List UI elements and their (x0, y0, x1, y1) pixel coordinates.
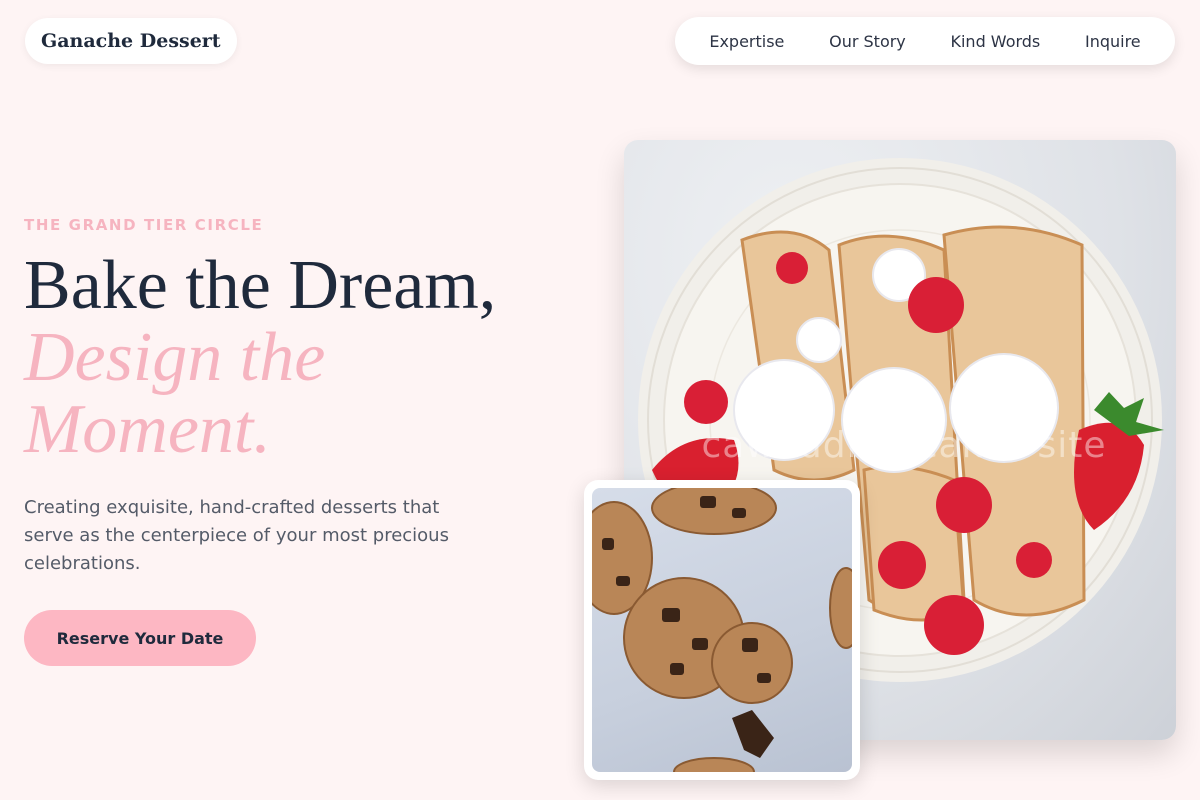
nav-item-inquire[interactable]: Inquire (1085, 32, 1141, 51)
hero-headline: Bake the Dream, Design the Moment. (24, 250, 584, 466)
nav-item-our-story[interactable]: Our Story (829, 32, 906, 51)
reserve-date-button[interactable]: Reserve Your Date (24, 610, 256, 666)
cookies-photo (592, 488, 852, 772)
headline-accent: Design the Moment. (24, 319, 326, 468)
nav-item-expertise[interactable]: Expertise (709, 32, 784, 51)
image-watermark: cawedding cakes site (701, 425, 1107, 466)
cookies-illustration (592, 488, 852, 772)
brand-logo[interactable]: Ganache Dessert (25, 18, 237, 64)
hero-description: Creating exquisite, hand-crafted dessert… (24, 497, 449, 574)
headline-line: Bake the Dream, (24, 247, 497, 324)
nav-item-kind-words[interactable]: Kind Words (950, 32, 1040, 51)
hero-eyebrow: THE GRAND TIER CIRCLE (24, 216, 264, 234)
main-nav: Expertise Our Story Kind Words Inquire (675, 17, 1175, 65)
cookies-photo-card (584, 480, 860, 780)
